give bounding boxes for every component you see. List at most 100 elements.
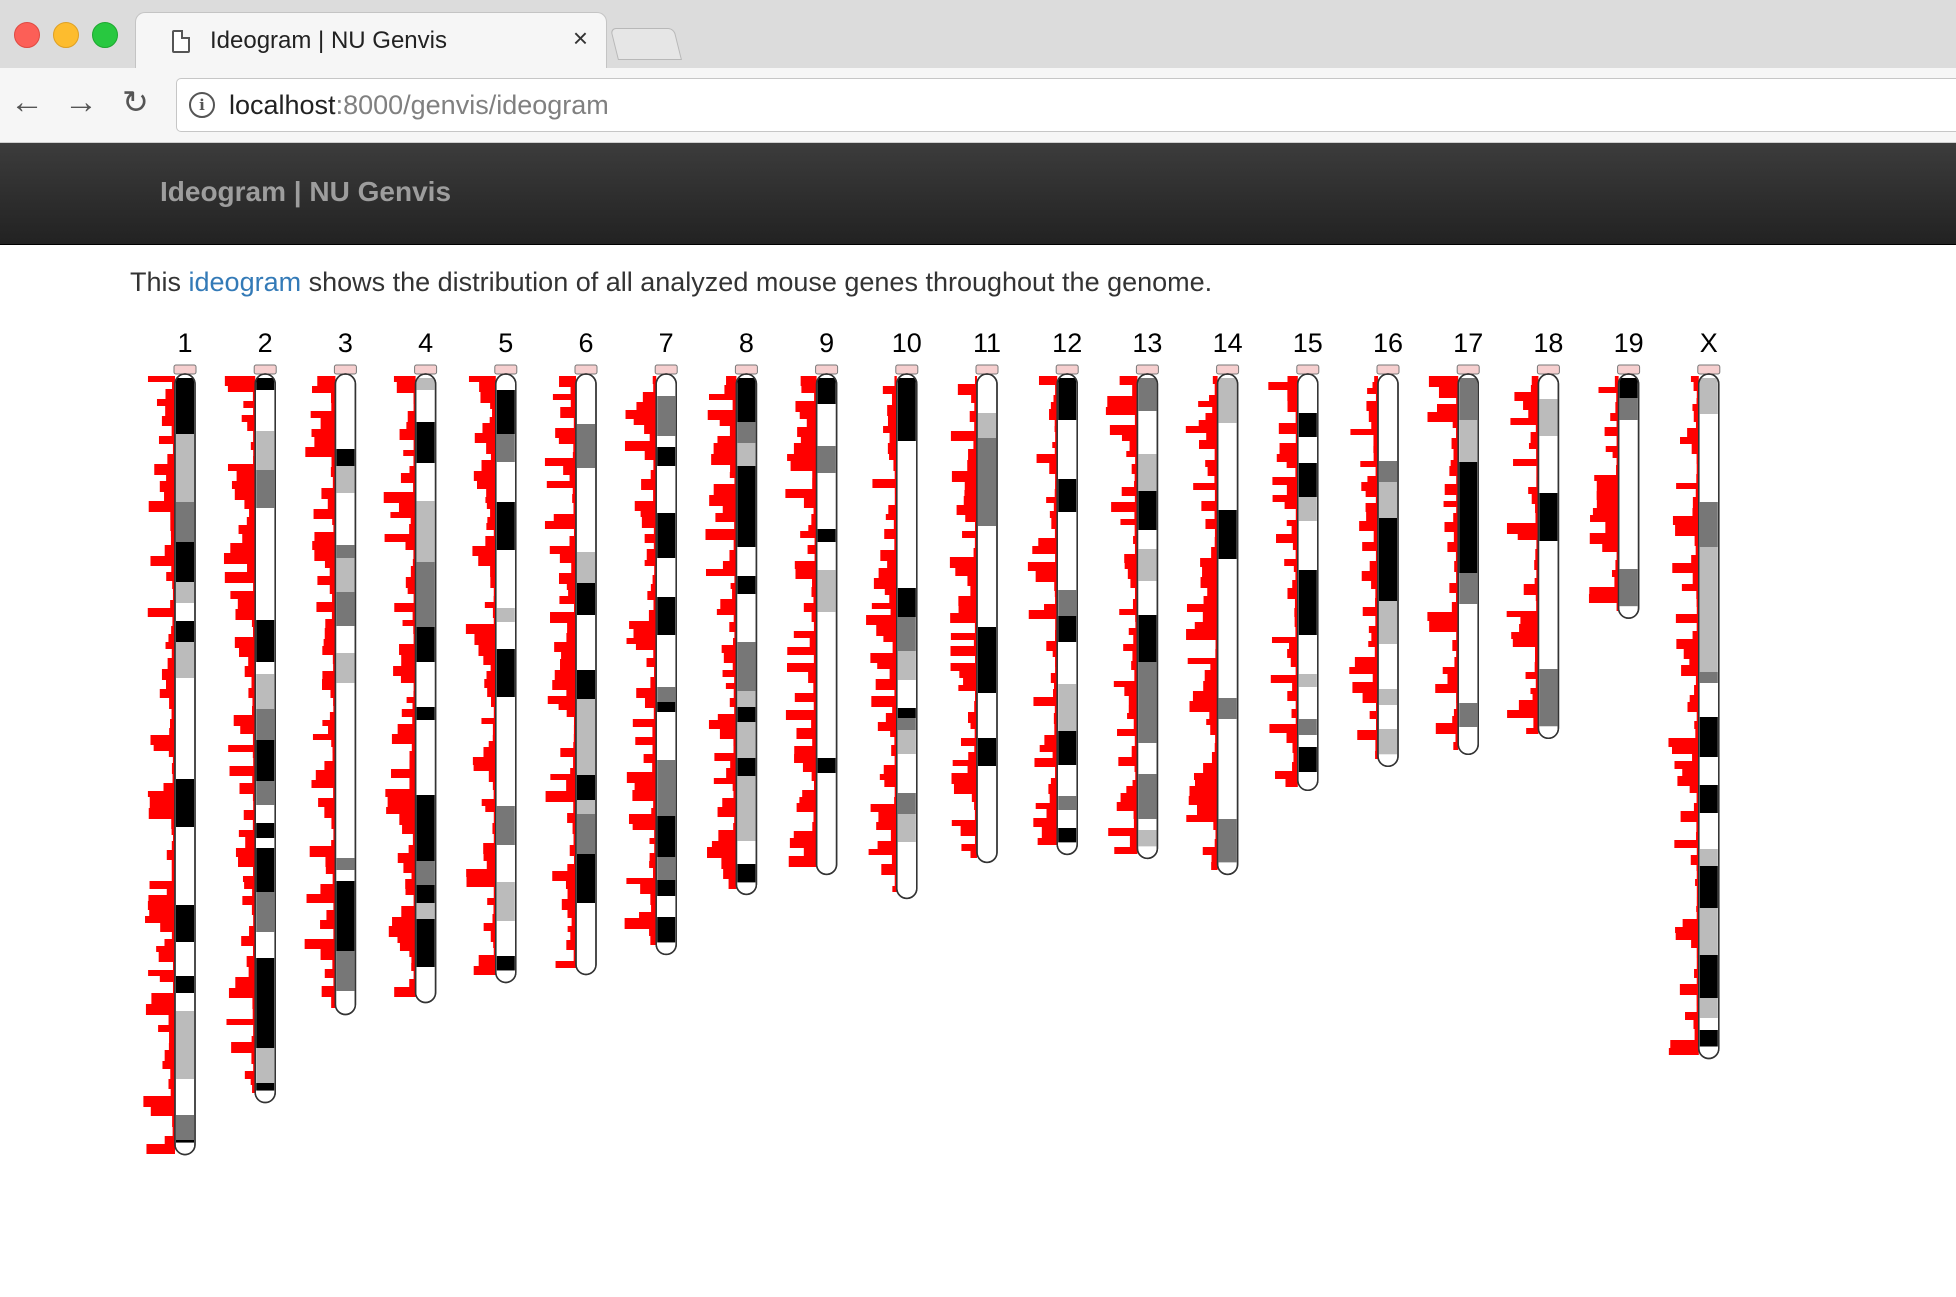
gene-density-bin [1289,643,1298,649]
chromosome-band [1699,547,1718,588]
gene-density-bin [387,797,416,807]
chromosome-band [657,816,676,857]
gene-density-bin [320,920,336,929]
gene-density-bin [243,401,256,408]
gene-density-bin [388,926,416,937]
gene-density-bin [970,586,977,596]
centromere-cap [975,364,999,375]
gene-density-bin [566,584,576,590]
gene-density-bin [244,882,256,889]
gene-density-bin [958,685,977,691]
gene-density-bin [1528,410,1539,418]
chromosome-band [1699,955,1718,998]
gene-density-bin [231,481,256,489]
gene-density-bin [478,955,496,966]
centromere-cap [1135,364,1159,375]
chromosome-band [577,699,595,727]
gene-density-bin [313,509,336,519]
gene-density-bin [391,734,416,744]
gene-density-bin [1517,534,1539,540]
chromosome-band [1138,651,1157,662]
gene-density-bin [640,511,657,517]
centromere-cap [815,364,839,375]
gene-density-bin [1362,542,1378,551]
chromosome-band [1298,747,1317,772]
gene-density-bin [1438,387,1459,398]
gene-density-bin [1286,520,1298,526]
gene-density-bin [481,799,496,806]
gene-density-bin [314,532,336,541]
gene-density-bin [644,451,657,460]
gene-density-bin [729,472,737,478]
gene-density-bin [880,550,897,561]
chromosome-band [1459,420,1478,462]
gene-density-bin [1374,376,1378,382]
chromosome-band [1218,378,1237,423]
chromosome-band [1619,569,1638,607]
gene-density-bin [787,454,817,461]
gene-density-bin [145,916,175,923]
gene-density-bin [1204,670,1218,681]
gene-density-bin [398,503,416,512]
gene-density-bin [1129,836,1138,847]
gene-density-bin [705,529,737,540]
gene-density-bin [1188,796,1218,805]
gene-density-bin [164,1136,175,1144]
gene-density-bin [238,830,256,837]
gene-density-bin [708,394,737,400]
chromosome-band [1539,717,1558,727]
gene-density-bin [409,778,416,789]
gene-density-bin [1511,632,1539,639]
centromere-cap [173,364,197,375]
gene-density-bin [968,752,977,760]
gene-density-bin [1506,523,1539,534]
gene-density-bin [164,1050,175,1061]
chromosome-band [1539,526,1558,541]
chromosome-band [496,390,515,434]
chromosome-band [897,588,916,617]
gene-density-bin [1449,466,1459,476]
gene-density-bin [803,603,817,612]
gene-density-bin [486,443,496,454]
chromosome-band [336,858,355,870]
gene-density-bin [310,411,336,418]
chromosome-band [1619,378,1638,398]
chromosome-band [256,958,275,999]
gene-density-bin [145,1004,175,1015]
gene-density-bin [965,515,977,522]
gene-density-bin [405,577,416,588]
gene-density-bin [148,970,175,976]
gene-density-bin [391,769,416,778]
gene-density-bin [241,415,256,422]
chromosome-band [336,653,355,683]
gene-density-bin [235,609,256,620]
gene-density-bin [311,780,336,788]
gene-density-bin [1211,862,1218,870]
gene-density-bin [800,437,817,443]
gene-density-bin [1362,693,1378,703]
gene-density-bin [552,871,576,881]
gene-density-bin [950,633,977,640]
gene-density-bin [950,646,977,656]
gene-density-bin [1449,583,1459,593]
gene-density-bin [1676,483,1699,489]
chromosome-band [256,674,275,709]
gene-density-bin [1186,604,1218,612]
gene-density-bin [242,534,256,543]
gene-density-bin [150,735,175,745]
chromosome-band [336,614,355,626]
gene-density-bin [147,376,175,382]
gene-density-bin [876,822,897,830]
gene-density-bin [1519,624,1539,632]
gene-density-bin [1193,773,1218,780]
gene-density-bin [238,857,256,867]
gene-density-bin [401,655,416,666]
gene-density-bin [811,514,817,525]
gene-density-bin [402,825,416,834]
gene-density-bin [632,824,657,830]
gene-density-bin [1114,847,1138,854]
gene-density-bin [233,715,256,726]
chromosome-band [1058,378,1077,420]
gene-density-bin [483,656,496,665]
gene-density-bin [635,644,657,650]
